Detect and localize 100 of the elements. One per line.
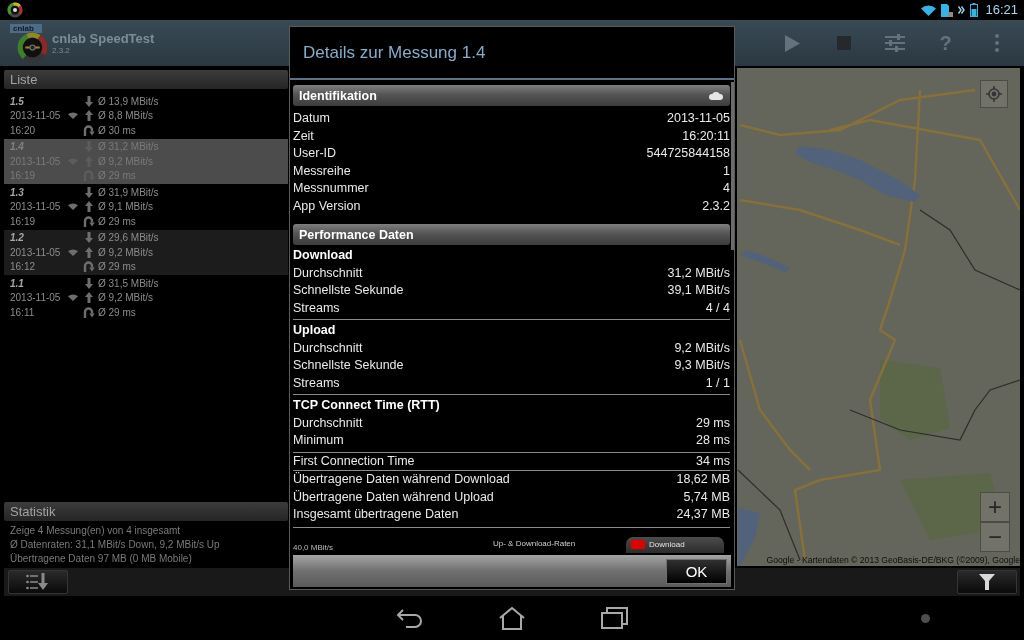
detail-value: 24,37 MB (676, 506, 730, 523)
detail-label: Schnellste Sekunde (293, 357, 404, 374)
detail-value: 1 / 1 (705, 374, 730, 392)
sim-card-icon (941, 3, 954, 17)
u-turn-icon (83, 306, 95, 318)
sort-button[interactable] (8, 570, 68, 594)
wifi-icon (68, 112, 78, 120)
status-time: 16:21 (985, 2, 1018, 18)
detail-value: 2.3.2 (702, 197, 730, 215)
filter-icon (979, 574, 995, 590)
measurement-row[interactable]: 1.1 2013-11-05 16:11 Ø 31,5 MBit/s Ø 9,2 MBit/s Ø 29 ms (4, 275, 288, 321)
double-chevron-icon (958, 6, 966, 14)
detail-value: 31,2 MBit/s (667, 264, 730, 282)
detail-label: Messreihe (293, 162, 351, 180)
detail-label: App Version (293, 197, 361, 215)
detail-value: 9,3 MBit/s (674, 357, 730, 374)
latency-value: Ø 30 ms (98, 124, 136, 136)
latency-value: Ø 29 ms (98, 215, 136, 227)
down-arrow-icon (85, 186, 93, 198)
group-title: Upload (293, 322, 336, 339)
ok-button[interactable]: OK (666, 558, 727, 584)
list-down-arrow-icon (26, 573, 50, 591)
u-turn-icon (83, 261, 95, 273)
detail-label: Streams (293, 299, 340, 317)
latency-value: Ø 29 ms (98, 306, 136, 318)
measurement-id: 1.1 (10, 277, 24, 289)
battery-icon (970, 3, 979, 17)
locate-button[interactable] (980, 80, 1008, 108)
detail-label: Durchschnitt (293, 414, 363, 432)
measurement-time: 16:12 (10, 261, 36, 273)
detail-label: Insgesamt übertragene Daten (293, 506, 459, 523)
measurement-date: 2013-11-05 (10, 110, 61, 122)
measurement-time: 16:19 (10, 215, 36, 227)
detail-label: Übertragene Daten während Download (293, 471, 510, 488)
measurement-date: 2013-11-05 (10, 201, 61, 213)
app-logo-icon (7, 2, 23, 18)
app-version: 2.3.2 (52, 46, 70, 55)
group-title: Download (293, 247, 353, 264)
up-arrow-icon (85, 201, 93, 213)
detail-value: 2013-11-05 (667, 110, 730, 127)
detail-label: Schnellste Sekunde (293, 282, 404, 299)
home-icon[interactable] (498, 606, 526, 630)
back-icon[interactable] (396, 607, 424, 629)
measurement-row[interactable]: 1.5 2013-11-05 16:20 Ø 13,9 MBit/s Ø 8,8 MBit/s Ø 30 ms (4, 93, 288, 139)
detail-label: Streams (293, 374, 340, 392)
measurement-time: 16:20 (10, 124, 36, 136)
detail-label: Minimum (293, 432, 344, 449)
detail-value: 4 (723, 180, 730, 197)
detail-value: 29 ms (695, 414, 730, 432)
play-icon (785, 34, 800, 52)
scrollbar-thumb[interactable] (731, 82, 734, 250)
up-arrow-icon (85, 246, 93, 258)
download-rate: Ø 31,5 MBit/s (98, 277, 159, 289)
up-arrow-icon (85, 292, 93, 304)
detail-value: 9,2 MBit/s (674, 339, 730, 357)
map-attribution: Google - Kartendaten © 2013 GeoBasis-DE/BKG (©2009), Google (766, 555, 1020, 565)
recent-apps-icon[interactable] (600, 607, 628, 629)
measurement-id: 1.3 (10, 186, 24, 198)
latency-value: Ø 29 ms (98, 261, 136, 273)
filter-button[interactable] (957, 570, 1017, 594)
detail-value: 1 (723, 162, 730, 180)
legend-label: Download (649, 540, 685, 549)
list-header: Liste (4, 70, 288, 89)
down-arrow-icon (85, 232, 93, 244)
section-title: Performance Daten (299, 227, 414, 242)
detail-value: 544725844158 (646, 145, 730, 162)
statistics-line: Zeige 4 Messung(en) von 4 insgesamt (9, 524, 181, 538)
detail-label: User-ID (293, 145, 337, 162)
stop-icon (836, 36, 851, 50)
up-arrow-icon (85, 110, 93, 122)
down-arrow-icon (85, 277, 93, 289)
wifi-icon (68, 203, 78, 211)
dialog-title: Details zur Messung 1.4 (303, 42, 486, 63)
u-turn-icon (83, 124, 95, 136)
download-rate: Ø 13,9 MBit/s (98, 95, 159, 107)
detail-label: First Connection Time (293, 452, 415, 470)
detail-value: 18,62 MB (676, 471, 730, 488)
measurement-id: 1.5 (10, 95, 24, 107)
upload-rate: Ø 9,1 MBit/s (98, 201, 153, 213)
detail-label: Zeit (293, 127, 314, 145)
dot-icon[interactable] (921, 613, 930, 623)
logo-label: cnlab (10, 23, 42, 33)
measurement-row[interactable]: 1.3 2013-11-05 16:19 Ø 31,9 MBit/s Ø 9,1 MBit/s Ø 29 ms (4, 184, 288, 230)
measurement-row[interactable]: 1.2 2013-11-05 16:12 Ø 29,6 MBit/s Ø 9,2 MBit/s Ø 29 ms (4, 229, 288, 275)
detail-value: 34 ms (695, 452, 730, 470)
detail-value: 28 ms (695, 432, 730, 449)
detail-value: 4 / 4 (705, 299, 730, 317)
down-arrow-icon (85, 95, 93, 107)
wifi-icon (68, 294, 78, 302)
group-title: TCP Connect Time (RTT) (293, 397, 440, 414)
measurement-time: 16:11 (10, 306, 35, 318)
target-icon (986, 86, 1002, 102)
download-rate: Ø 29,6 MBit/s (98, 232, 159, 244)
wifi-icon (68, 248, 78, 256)
detail-label: Übertragene Daten während Upload (293, 488, 494, 506)
statistics-line: Ø Datenraten: 31,1 MBit/s Down, 9,2 MBit/s Up (9, 538, 220, 552)
detail-label: Messnummer (293, 180, 369, 197)
chart-title: Up- & Download-Raten (493, 538, 576, 548)
app-title: cnlab SpeedTest (52, 31, 155, 46)
statistics-line: Übertragene Daten 97 MB (0 MB Mobile) (9, 552, 192, 566)
